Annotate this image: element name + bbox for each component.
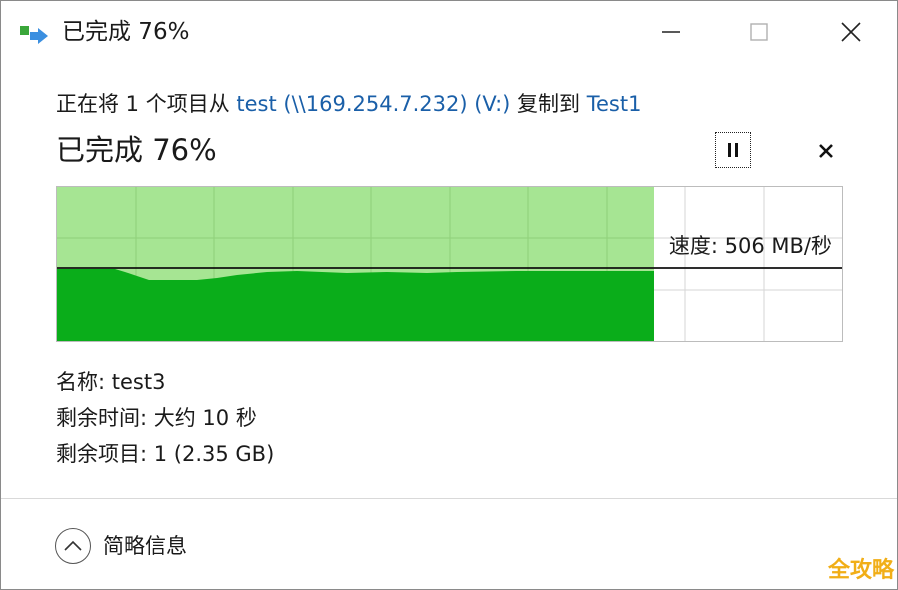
- close-icon: [841, 22, 861, 42]
- file-name: 名称: test3: [56, 370, 166, 394]
- close-button[interactable]: [826, 13, 876, 51]
- title-bar: 已完成 76%: [1, 1, 897, 63]
- destination-link[interactable]: Test1: [587, 92, 642, 116]
- collapse-details-button[interactable]: [55, 528, 91, 564]
- copy-progress-dialog: 已完成 76% 正在将 1 个项目从 test (\\169.254.7.232…: [0, 0, 898, 590]
- copy-arrow-icon: [20, 23, 52, 45]
- transfer-speed-graph: 速度: 506 MB/秒: [56, 186, 843, 342]
- copy-description: 正在将 1 个项目从 test (\\169.254.7.232) (V:) 复…: [56, 89, 641, 119]
- maximize-icon: [750, 23, 768, 41]
- minimize-icon: [662, 31, 680, 33]
- progress-percent-label: 已完成 76%: [56, 133, 217, 167]
- pause-button[interactable]: [715, 132, 751, 168]
- minimize-button[interactable]: [646, 13, 696, 51]
- speed-label: 速度: 506 MB/秒: [668, 234, 832, 258]
- copy-prefix: 正在将 1 个项目从: [56, 92, 237, 116]
- time-remaining: 剩余时间: 大约 10 秒: [56, 406, 257, 430]
- pause-icon: [728, 143, 738, 157]
- speed-history-area: [57, 269, 654, 341]
- copy-middle: 复制到: [510, 92, 587, 116]
- cancel-button[interactable]: [811, 136, 841, 166]
- fewer-details-label[interactable]: 简略信息: [103, 531, 187, 561]
- chevron-up-icon: [64, 540, 82, 551]
- items-remaining: 剩余项目: 1 (2.35 GB): [56, 442, 275, 466]
- cancel-icon: [819, 144, 833, 158]
- source-link[interactable]: test (\\169.254.7.232) (V:): [236, 92, 510, 116]
- maximize-button[interactable]: [734, 13, 784, 51]
- speed-graph-canvas: [57, 187, 842, 341]
- watermark-text: 全攻略: [828, 558, 895, 583]
- footer-divider: [1, 498, 897, 499]
- window-title: 已完成 76%: [62, 19, 190, 45]
